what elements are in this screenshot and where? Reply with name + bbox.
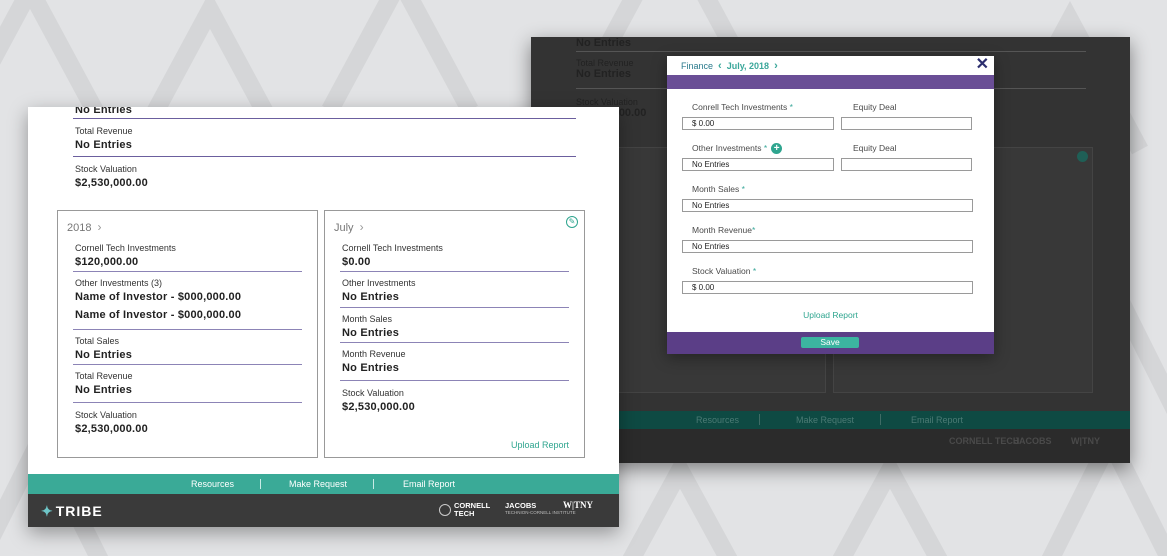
resources-link[interactable]: Resources [696, 415, 739, 425]
month-sales: Month Sales No Entries [342, 314, 400, 339]
back-no-entries: No Entries [576, 37, 632, 49]
modal-date: July, 2018 [726, 60, 770, 71]
cornell-investments-input[interactable]: $ 0.00 [682, 117, 834, 130]
month-header[interactable]: July › [334, 220, 364, 234]
upload-report-link[interactable]: Upload Report [511, 440, 569, 450]
month-revenue-label: Month Revenue* [692, 225, 756, 235]
back-footer: CORNELL TECH JACOBS W|TNY [531, 429, 1130, 463]
stock-valuation: Stock Valuation $2,530,000.00 [342, 388, 415, 413]
stock-valuation: Stock Valuation $2,530,000.00 [75, 410, 148, 435]
close-icon[interactable]: ✕ [976, 57, 989, 73]
month-sales-label: Month Sales * [692, 184, 745, 194]
month-revenue-input[interactable]: No Entries [682, 240, 973, 253]
save-button[interactable]: Save [801, 337, 859, 348]
witny-logo: W|TNY [1071, 436, 1101, 446]
month-sales-input[interactable]: No Entries [682, 199, 973, 212]
stock-valuation-input[interactable]: $ 0.00 [682, 281, 973, 294]
add-investment-icon[interactable]: + [771, 143, 783, 155]
email-report-link[interactable]: Email Report [403, 479, 455, 489]
month-summary-card: July › ✎ Cornell Tech Investments $0.00 O… [324, 210, 585, 458]
finance-modal: Finance ‹ July, 2018 › ✕ Conrell Tech In… [667, 56, 994, 354]
jacobs-logo: JACOBS [1014, 436, 1052, 446]
other-investments-label: Other Investments * + [692, 143, 783, 155]
email-report-link[interactable]: Email Report [911, 415, 963, 425]
top-total-revenue: Total Revenue No Entries [75, 126, 133, 151]
cornell-investments-label: Conrell Tech Investments * [692, 102, 793, 112]
top-no-entries: No Entries [75, 107, 133, 116]
resources-link[interactable]: Resources [191, 479, 234, 489]
cornell-tech-logo: CORNELL TECH [439, 502, 490, 518]
year-summary-card: 2018 › Cornell Tech Investments $120,000.… [57, 210, 318, 458]
finance-dashboard-screen: No Entries Total Revenue No Entries Stoc… [28, 107, 619, 527]
chevron-right-icon[interactable]: › [97, 220, 101, 234]
edit-icon [1077, 151, 1088, 162]
divider [576, 51, 1086, 52]
next-month-icon[interactable]: › [774, 60, 778, 72]
modal-footer: Save [667, 332, 994, 354]
month-revenue: Month Revenue No Entries [342, 349, 406, 374]
equity-deal-input-2[interactable] [841, 158, 972, 171]
modal-purple-band [667, 75, 994, 89]
footer-links-bar: Resources Make Request Email Report [28, 474, 619, 494]
equity-deal-label: Equity Deal [853, 102, 897, 112]
tribe-star-icon: ✦ [41, 503, 54, 519]
back-footer-links: Resources Make Request Email Report [531, 411, 1130, 429]
divider [73, 118, 576, 119]
total-sales: Total Sales No Entries [75, 336, 133, 361]
witny-logo: W|TNY [563, 500, 593, 510]
cornell-investments: Cornell Tech Investments $0.00 [342, 243, 443, 268]
total-revenue: Total Revenue No Entries [75, 371, 133, 396]
back-total-revenue: Total Revenue No Entries [576, 58, 634, 80]
modal-title: Finance [681, 60, 714, 71]
make-request-link[interactable]: Make Request [289, 479, 347, 489]
cornell-investments: Cornell Tech Investments $120,000.00 [75, 243, 176, 268]
footer: ✦ TRIBE CORNELL TECH JACOBS TECHNION-CORN… [28, 494, 619, 527]
top-stock-valuation: Stock Valuation $2,530,000.00 [75, 164, 148, 189]
make-request-link[interactable]: Make Request [796, 415, 854, 425]
equity-deal-label-2: Equity Deal [853, 143, 897, 153]
divider [73, 156, 576, 157]
cornell-seal-icon [439, 504, 451, 516]
upload-report-link[interactable]: Upload Report [667, 310, 994, 320]
year-header[interactable]: 2018 › [67, 220, 101, 234]
cornell-tech-logo: CORNELL TECH [949, 436, 1020, 446]
prev-month-icon[interactable]: ‹ [718, 60, 722, 72]
modal-header: Finance ‹ July, 2018 › [667, 56, 994, 75]
equity-deal-input[interactable] [841, 117, 972, 130]
tribe-logo: ✦ TRIBE [41, 503, 103, 519]
edit-icon[interactable]: ✎ [566, 216, 578, 228]
stock-valuation-label: Stock Valuation * [692, 266, 757, 276]
chevron-right-icon[interactable]: › [360, 220, 364, 234]
other-investments: Other Investments (3) Name of Investor -… [75, 278, 242, 321]
other-investments: Other Investments No Entries [342, 278, 416, 303]
other-investments-input[interactable]: No Entries [682, 158, 834, 171]
